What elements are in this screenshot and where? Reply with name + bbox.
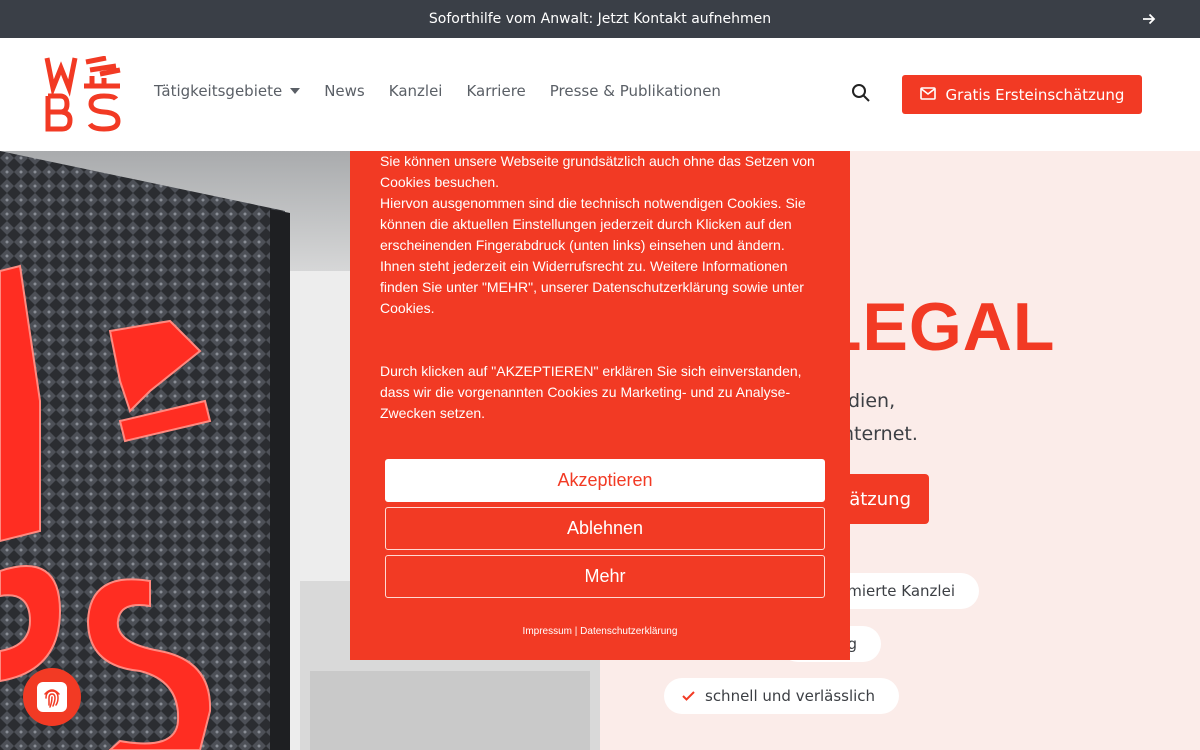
feature-pill: schnell und verlässlich [664,678,899,714]
top-banner-text[interactable]: Soforthilfe vom Anwalt: Jetzt Kontakt au… [429,11,771,27]
nav-item-label[interactable]: News [324,82,365,100]
wbs-logo[interactable] [44,55,122,132]
nav-item-label[interactable]: Kanzlei [389,82,443,100]
nav-item-kanzlei[interactable]: Kanzlei [389,82,443,100]
caret-down-icon[interactable] [290,88,301,94]
nav-item-presse[interactable]: Presse & Publikationen [550,82,721,100]
cookie-consent-dialog: Sie können unsere Webseite grundsätzlich… [350,151,850,660]
privacy-policy-link[interactable]: Datenschutzerklärung [580,626,677,637]
feature-pill-text: mierte Kanzlei [847,582,955,600]
hero-button-label[interactable]: ätzung [849,489,911,510]
nav-item-label[interactable]: Tätigkeitsgebiete [154,82,282,100]
nav-item-news[interactable]: News [324,82,365,100]
decline-button[interactable]: Ablehnen [385,507,825,550]
feature-pill-text: schnell und verlässlich [705,687,876,705]
checkmark-icon [682,687,695,705]
link-separator: | [572,626,581,637]
cookie-info-text: Sie können unsere Webseite grundsätzlich… [380,153,815,316]
cookie-consent-text: Durch klicken auf "AKZEPTIEREN" erklären… [380,363,802,421]
nav-item-label[interactable]: Presse & Publikationen [550,82,721,100]
arrow-right-icon[interactable] [1138,8,1160,30]
site-header: Tätigkeitsgebiete News Kanzlei Karriere … [0,38,1200,151]
nav-item-taetigkeitsgebiete[interactable]: Tätigkeitsgebiete [154,82,301,100]
more-button[interactable]: Mehr [385,555,825,598]
search-icon[interactable] [851,83,873,105]
free-assessment-button[interactable]: Gratis Ersteinschätzung [902,75,1142,114]
nav-item-karriere[interactable]: Karriere [466,82,525,100]
hero-subtitle-line-2: nternet. [842,423,918,445]
cta-label: Gratis Ersteinschätzung [945,85,1125,104]
hero-subtitle-line-1: dien, [848,390,896,412]
cookie-footer-links: Impressum | Datenschutzerklärung [350,626,850,637]
fingerprint-icon[interactable] [37,682,67,712]
impressum-link[interactable]: Impressum [523,626,572,637]
cookie-settings-button[interactable] [23,668,81,726]
top-banner[interactable]: Soforthilfe vom Anwalt: Jetzt Kontakt au… [0,0,1200,38]
nav-item-label[interactable]: Karriere [466,82,525,100]
accept-button[interactable]: Akzeptieren [385,459,825,502]
envelope-icon [919,86,936,104]
main-nav: Tätigkeitsgebiete News Kanzlei Karriere … [154,82,721,100]
hero-title: LEGAL [820,289,1056,365]
